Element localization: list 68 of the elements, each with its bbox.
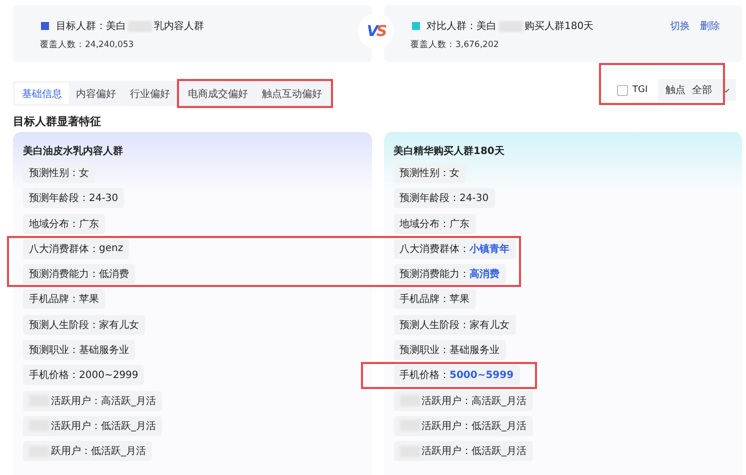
trait-value: 5000~5999: [450, 370, 514, 381]
trait-label: 预测消费能力：: [29, 268, 99, 282]
checkbox-label: TGI: [632, 85, 648, 95]
tab[interactable]: 内容偏好: [69, 82, 123, 104]
trait-label: 预测消费能力：: [400, 268, 470, 282]
card-title: 美白油皮水乳内容人群: [23, 144, 124, 159]
trait-value: 广东: [450, 218, 470, 231]
trait-value: genz: [99, 243, 124, 254]
trait-label: 预测职业：: [400, 344, 450, 358]
trait-label: 预测性别：: [400, 166, 450, 180]
trait-label: 八大消费群体：: [400, 242, 470, 256]
group-name: 乳内容人群: [154, 20, 204, 33]
coverage-count: 覆盖人数：24,240,053: [40, 39, 135, 51]
trait-label: 活跃用户：: [422, 394, 472, 408]
trait-value: 小镇青年: [470, 242, 510, 256]
group-label: 目标人群：美白: [56, 20, 126, 33]
trait-label: 活跃用户：: [422, 444, 472, 458]
trait-value: 24-30: [89, 192, 118, 204]
trait-label: 预测年龄段：: [400, 192, 460, 206]
trait-value: 女: [450, 167, 460, 180]
chevron-icon: [722, 88, 730, 92]
trait-label: 手机品牌：: [400, 292, 450, 306]
trait-value: 基础服务业: [450, 344, 500, 358]
trait-label: 地域分布：: [400, 218, 450, 231]
touchpoint-select[interactable]: 触点 全部: [658, 79, 736, 101]
trait-value: 低活跃_月活: [472, 420, 526, 433]
coverage-count: 覆盖人数：3,676,202: [410, 39, 500, 51]
card-title: 美白精华购买人群180天: [394, 144, 506, 159]
trait-value: 高活跃_月活: [101, 394, 156, 408]
checkbox[interactable]: [616, 84, 628, 96]
trait-value: 苹果: [450, 292, 470, 306]
trait-value: 高活跃_月活: [472, 394, 526, 408]
trait-label: 活跃用户：: [51, 394, 101, 408]
trait-value: 家有儿女: [470, 318, 510, 332]
action-link[interactable]: 删除: [700, 19, 720, 33]
trait-value: 苹果: [79, 292, 99, 306]
trait-label: 预测人生阶段：: [400, 318, 470, 332]
group-name: 购买人群180天: [524, 20, 594, 33]
trait-value: 广东: [79, 218, 99, 231]
trait-value: 低活跃_月活: [472, 445, 526, 458]
trait-label: 手机价格：: [29, 368, 79, 382]
trait-value: 高消费: [470, 267, 500, 282]
tab[interactable]: 电商成交偏好: [181, 82, 255, 104]
trait-label: 活跃用户：: [422, 420, 472, 433]
trait-value: 低消费: [99, 268, 129, 282]
trait-value: 基础服务业: [79, 344, 129, 358]
trait-label: 预测年龄段：: [29, 192, 89, 206]
trait-label: 八大消费群体：: [29, 242, 99, 256]
action-link[interactable]: 切换: [670, 19, 690, 33]
trait-label: 预测人生阶段：: [29, 318, 99, 332]
trait-value: 低活跃_月活: [101, 420, 156, 433]
tab[interactable]: 触点互动偏好: [255, 82, 329, 104]
tab[interactable]: 行业偏好: [123, 82, 177, 104]
trait-value: 低活跃_月活: [91, 445, 146, 458]
trait-value: 2000~2999: [79, 370, 138, 381]
trait-label: 预测职业：: [29, 344, 79, 358]
group-label: 对比人群：美白: [426, 20, 496, 33]
trait-label: 预测性别：: [29, 166, 79, 180]
trait-label: 手机价格：: [400, 368, 450, 382]
trait-label: 跃用户：: [51, 444, 91, 458]
tab[interactable]: 基础信息: [15, 82, 69, 104]
section-title: 目标人群显著特征: [12, 114, 102, 130]
trait-value: 家有儿女: [99, 318, 139, 332]
trait-label: 活跃用户：: [51, 420, 101, 433]
trait-value: 24-30: [460, 192, 489, 204]
trait-value: 女: [79, 167, 89, 180]
trait-label: 手机品牌：: [29, 292, 79, 306]
trait-label: 地域分布：: [29, 218, 79, 231]
